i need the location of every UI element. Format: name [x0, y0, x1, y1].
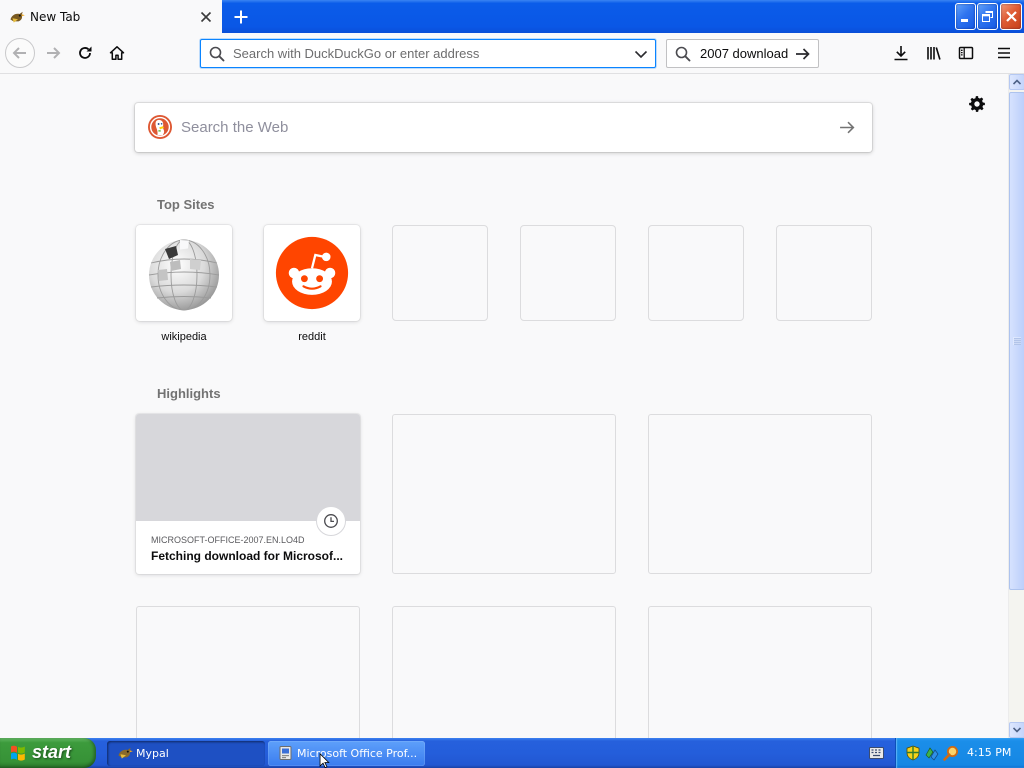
scroll-down-button[interactable]: [1009, 722, 1024, 738]
tab-new-tab[interactable]: New Tab: [0, 0, 222, 33]
downloads-button[interactable]: [887, 39, 915, 67]
taskbar-button-mypal[interactable]: Mypal: [107, 741, 265, 766]
window-close-button[interactable]: [1000, 3, 1022, 30]
tab-title: New Tab: [30, 10, 81, 24]
highlight-card[interactable]: MICROSOFT-OFFICE-2007.EN.LO4D Fetching d…: [136, 414, 360, 574]
search-input[interactable]: [700, 40, 794, 67]
chevron-down-icon: [1013, 727, 1021, 733]
highlight-placeholder: [648, 414, 872, 574]
address-input[interactable]: [233, 40, 629, 67]
highlight-placeholder: [392, 606, 616, 738]
library-button[interactable]: [920, 39, 948, 67]
navigation-toolbar: [0, 33, 1024, 74]
taskbar: start Mypal Microsoft Office Prof... 4:1…: [0, 738, 1024, 768]
menu-icon: [998, 47, 1010, 59]
search-agent-icon[interactable]: [943, 745, 959, 761]
web-search-input[interactable]: [181, 103, 821, 152]
system-tray: 4:15 PM: [895, 738, 1024, 768]
restore-button[interactable]: [977, 3, 998, 30]
top-site-tile-wikipedia[interactable]: [136, 225, 232, 321]
chevron-down-icon[interactable]: [633, 46, 649, 62]
mypal-icon: [118, 747, 133, 759]
gear-icon[interactable]: [968, 95, 986, 113]
sidebar-button[interactable]: [952, 39, 980, 67]
home-button[interactable]: [103, 39, 131, 67]
minimize-button[interactable]: [955, 3, 976, 30]
clock-icon: [324, 514, 338, 528]
sidebar-icon: [958, 46, 974, 60]
highlight-title: Fetching download for Microsof...: [151, 549, 343, 563]
taskbar-button-label: Microsoft Office Prof...: [297, 747, 418, 760]
highlight-source: MICROSOFT-OFFICE-2007.EN.LO4D: [151, 535, 305, 545]
grip-icon: [1013, 337, 1021, 345]
start-button[interactable]: start: [0, 738, 96, 768]
forward-icon: [47, 47, 61, 59]
mypal-icon: [10, 11, 25, 23]
tab-close-button[interactable]: [198, 9, 214, 25]
highlight-thumbnail: [136, 414, 360, 521]
minimize-icon: [961, 19, 968, 22]
top-site-placeholder: [776, 225, 872, 321]
arrow-right-icon[interactable]: [839, 119, 856, 136]
download-icon: [894, 46, 908, 61]
top-site-placeholder: [520, 225, 616, 321]
arrow-right-icon[interactable]: [795, 46, 811, 62]
restore-icon: [982, 11, 993, 22]
menu-button[interactable]: [990, 39, 1018, 67]
network-icon[interactable]: [923, 745, 939, 761]
library-icon: [927, 47, 941, 60]
taskbar-button-office-setup[interactable]: Microsoft Office Prof...: [268, 741, 425, 766]
highlights-heading: Highlights: [157, 386, 221, 401]
back-button[interactable]: [5, 38, 35, 68]
top-site-placeholder: [648, 225, 744, 321]
start-label: start: [32, 742, 72, 762]
clock[interactable]: 4:15 PM: [967, 746, 1011, 759]
installer-icon: [279, 746, 292, 760]
mouse-cursor-icon: [319, 753, 330, 768]
wikipedia-globe-icon: [148, 239, 220, 311]
top-site-tile-reddit[interactable]: [264, 225, 360, 321]
scrollbar-thumb[interactable]: [1009, 92, 1024, 590]
vertical-scrollbar[interactable]: [1008, 74, 1024, 738]
close-icon: [200, 11, 212, 23]
back-icon: [12, 47, 26, 59]
top-site-label: wikipedia: [161, 331, 207, 343]
chevron-up-icon: [1013, 79, 1021, 85]
top-sites-heading: Top Sites: [157, 197, 215, 212]
duckduckgo-icon: [148, 115, 172, 139]
search-icon: [209, 46, 225, 62]
new-tab-button[interactable]: [227, 3, 254, 30]
keyboard-icon[interactable]: [869, 747, 884, 759]
search-bar[interactable]: [666, 39, 819, 68]
scroll-up-button[interactable]: [1009, 74, 1024, 90]
address-bar[interactable]: [200, 39, 656, 68]
tab-strip: New Tab: [0, 0, 1024, 33]
security-shield-icon[interactable]: [905, 745, 921, 761]
web-search-box[interactable]: [135, 103, 872, 152]
highlight-placeholder: [136, 606, 360, 738]
top-site-placeholder: [392, 225, 488, 321]
windows-flag-icon: [11, 745, 25, 761]
reload-button[interactable]: [71, 39, 99, 67]
taskbar-button-label: Mypal: [136, 747, 169, 760]
search-icon: [675, 46, 691, 62]
top-site-label: reddit: [298, 331, 326, 343]
plus-icon: [234, 10, 247, 23]
highlight-placeholder: [392, 414, 616, 574]
highlight-type-badge: [316, 506, 346, 536]
reddit-icon: [275, 236, 349, 310]
new-tab-page: Top Sites wikipedia: [0, 74, 1008, 738]
home-icon: [109, 46, 125, 60]
forward-button[interactable]: [39, 39, 67, 67]
close-icon: [1005, 11, 1017, 22]
highlight-placeholder: [648, 606, 872, 738]
reload-icon: [79, 46, 92, 59]
